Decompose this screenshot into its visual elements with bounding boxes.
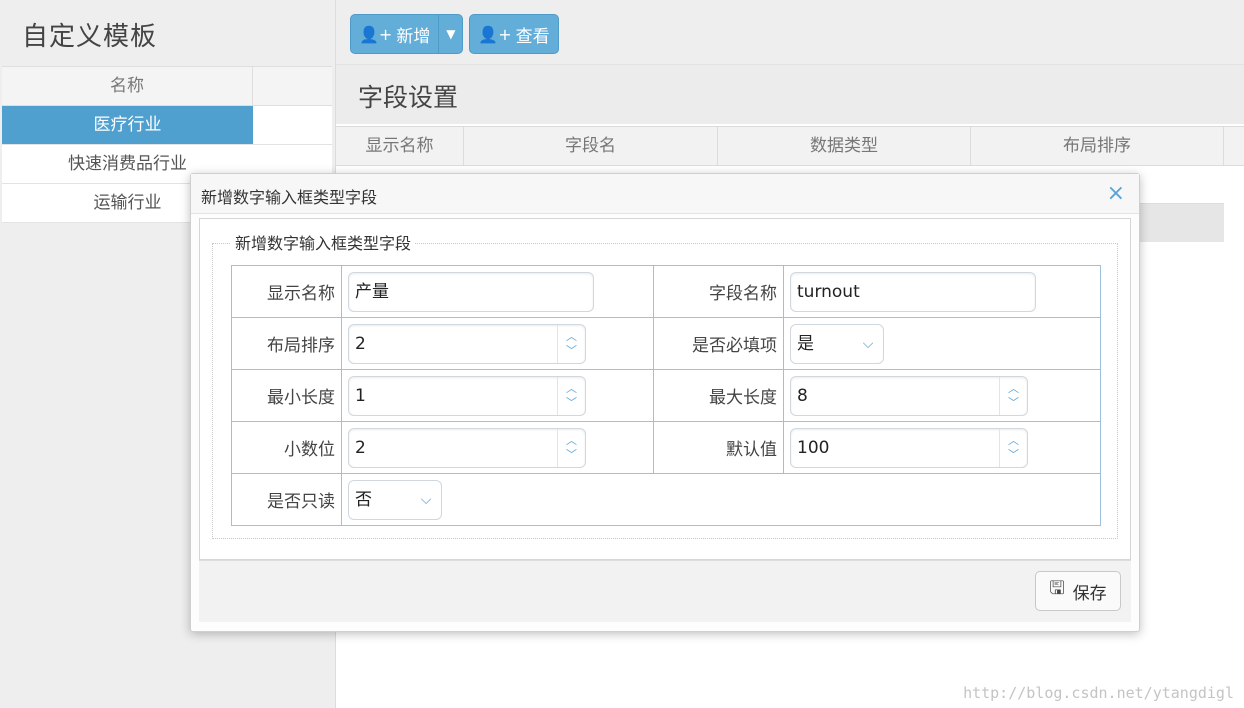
add-button-label: 新增 <box>396 26 431 47</box>
column-header-blank <box>253 67 332 105</box>
chevron-down-icon: ⌵ <box>420 491 432 508</box>
dropdown-caret-icon[interactable]: ▼ <box>438 15 462 53</box>
field-name-label: 字段名称 <box>653 265 784 318</box>
dialog-title: 新增数字输入框类型字段 <box>191 174 1139 214</box>
chevron-down-icon[interactable]: ﹀ <box>566 396 577 410</box>
min-length-stepper[interactable]: 1 ︿ ﹀ <box>348 375 586 416</box>
layout-order-value: 2 <box>355 333 366 354</box>
dialog-footer: 🖫 保存 <box>199 560 1131 622</box>
column-header-layout-order: 布局排序 <box>971 127 1224 165</box>
field-grid-header: 显示名称 字段名 数据类型 布局排序 <box>336 126 1244 166</box>
required-select[interactable]: 是 ⌵ <box>790 323 884 364</box>
add-user-icon: 👤+ <box>359 24 393 44</box>
column-header-name: 名称 <box>2 67 253 105</box>
column-header-display-name: 显示名称 <box>336 127 464 165</box>
layout-order-stepper[interactable]: 2 ︿ ﹀ <box>348 323 586 364</box>
decimals-value: 2 <box>355 437 366 458</box>
chevron-down-icon[interactable]: ﹀ <box>566 448 577 462</box>
field-form: 显示名称 产量 字段名称 turnout 布局排序 2 ︿ ﹀ 是否必填项 是 … <box>231 265 1101 526</box>
chevron-up-icon[interactable]: ︿ <box>566 330 577 344</box>
fieldset-legend: 新增数字输入框类型字段 <box>231 230 416 254</box>
chevron-up-icon[interactable]: ︿ <box>566 382 577 396</box>
readonly-value: 否 <box>355 489 372 510</box>
chevron-down-icon[interactable]: ﹀ <box>1008 396 1019 410</box>
field-name-input[interactable]: turnout <box>790 271 1036 312</box>
add-button[interactable]: 👤+ 新增 ▼ <box>350 14 464 54</box>
column-header-data-type: 数据类型 <box>718 127 971 165</box>
display-name-label: 显示名称 <box>231 265 342 318</box>
required-label: 是否必填项 <box>653 317 784 370</box>
section-title: 字段设置 <box>336 64 1244 124</box>
list-item-label: 医疗行业 <box>2 106 253 144</box>
required-value: 是 <box>797 333 814 354</box>
default-value-label: 默认值 <box>653 421 784 474</box>
save-button-label: 保存 <box>1072 583 1107 604</box>
list-item-medical[interactable]: 医疗行业 <box>2 106 332 145</box>
stepper-arrows[interactable]: ︿ ﹀ <box>557 428 585 467</box>
column-header-field-name: 字段名 <box>464 127 718 165</box>
min-length-value: 1 <box>355 385 366 406</box>
max-length-value: 8 <box>797 385 808 406</box>
max-length-label: 最大长度 <box>653 369 784 422</box>
display-name-input[interactable]: 产量 <box>348 271 594 312</box>
stepper-arrows[interactable]: ︿ ﹀ <box>557 324 585 363</box>
readonly-label: 是否只读 <box>231 473 342 526</box>
fieldset: 新增数字输入框类型字段 显示名称 产量 字段名称 turnout 布局排序 2 … <box>212 230 1118 539</box>
default-value-value: 100 <box>797 437 830 458</box>
default-value-stepper[interactable]: 100 ︿ ﹀ <box>790 427 1028 468</box>
add-user-icon: 👤+ <box>478 24 512 44</box>
chevron-down-icon: ⌵ <box>862 335 874 352</box>
dialog-body: 新增数字输入框类型字段 显示名称 产量 字段名称 turnout 布局排序 2 … <box>199 218 1131 560</box>
app-window: 自定义模板 名称 医疗行业 快速消费品行业 运输行业 👤+ 新增 ▼ 👤+ 查看… <box>0 0 1244 708</box>
chevron-up-icon[interactable]: ︿ <box>1008 434 1019 448</box>
view-button-label: 查看 <box>515 26 550 47</box>
chevron-up-icon[interactable]: ︿ <box>1008 382 1019 396</box>
floppy-disk-icon: 🖫 <box>1049 578 1065 599</box>
template-panel-title: 自定义模板 <box>22 22 158 52</box>
min-length-label: 最小长度 <box>231 369 342 422</box>
view-button[interactable]: 👤+ 查看 <box>469 14 559 54</box>
add-numeric-field-dialog: 新增数字输入框类型字段 × 新增数字输入框类型字段 显示名称 产量 字段名称 t… <box>190 173 1140 632</box>
stepper-arrows[interactable]: ︿ ﹀ <box>999 428 1027 467</box>
layout-order-label: 布局排序 <box>231 317 342 370</box>
decimals-label: 小数位 <box>231 421 342 474</box>
readonly-select[interactable]: 否 ⌵ <box>348 479 442 520</box>
chevron-down-icon[interactable]: ﹀ <box>566 344 577 358</box>
save-button[interactable]: 🖫 保存 <box>1035 571 1121 611</box>
close-icon[interactable]: × <box>1107 181 1125 206</box>
max-length-stepper[interactable]: 8 ︿ ﹀ <box>790 375 1028 416</box>
template-list-header: 名称 <box>2 66 332 106</box>
chevron-up-icon[interactable]: ︿ <box>566 434 577 448</box>
watermark: http://blog.csdn.net/ytangdigl <box>963 684 1234 702</box>
toolbar: 👤+ 新增 ▼ 👤+ 查看 <box>336 0 1244 64</box>
chevron-down-icon[interactable]: ﹀ <box>1008 448 1019 462</box>
decimals-stepper[interactable]: 2 ︿ ﹀ <box>348 427 586 468</box>
stepper-arrows[interactable]: ︿ ﹀ <box>557 376 585 415</box>
stepper-arrows[interactable]: ︿ ﹀ <box>999 376 1027 415</box>
